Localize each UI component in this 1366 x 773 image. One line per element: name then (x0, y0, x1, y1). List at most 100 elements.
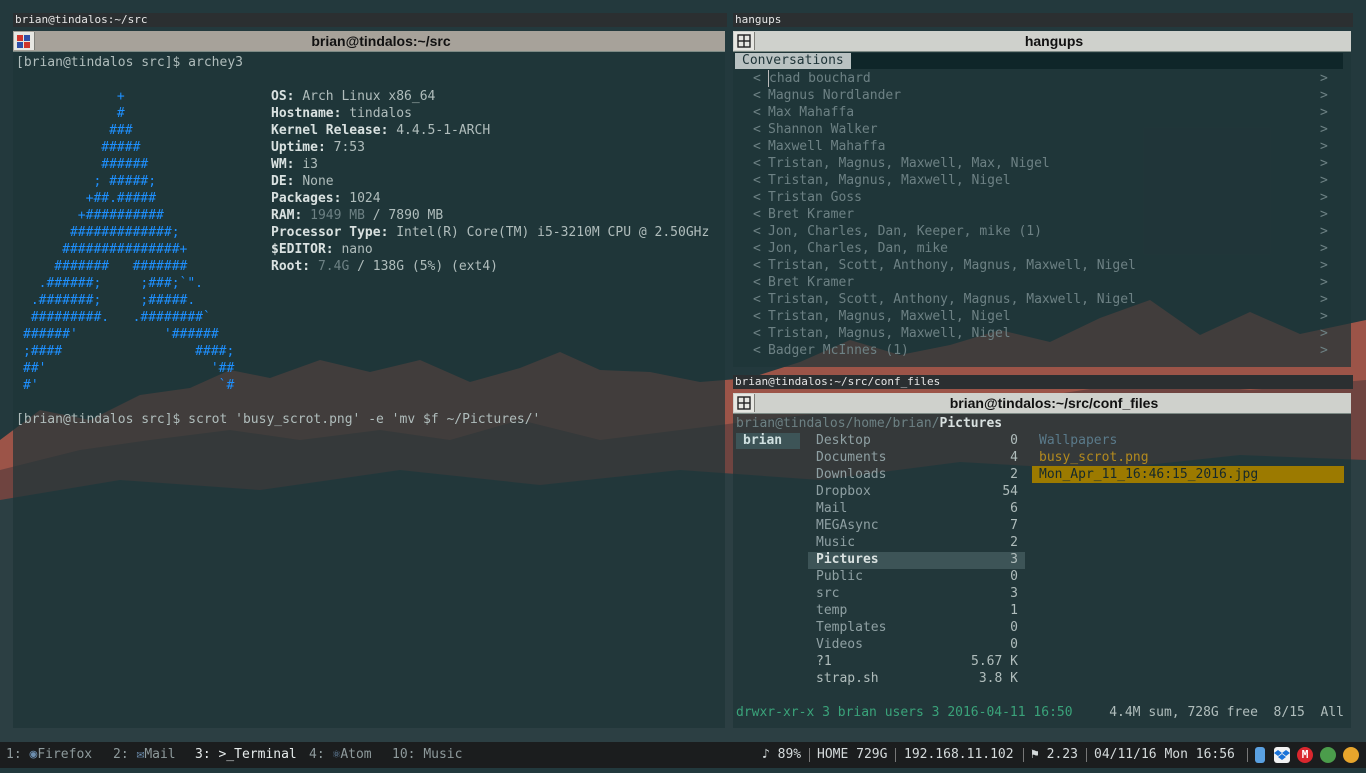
arch-logo-line: .#######; ;#####. (23, 293, 196, 308)
directory-entry[interactable]: Music (816, 534, 855, 551)
hangups-window[interactable]: hangups Conversations < chad bouchard > < Ma… (733, 31, 1351, 367)
directory-entry[interactable]: temp (816, 602, 847, 619)
workspace-label: Mail (144, 747, 176, 762)
directory-count: 0 (1010, 637, 1018, 652)
directory-entry[interactable]: Mail (816, 500, 847, 517)
network-icon[interactable] (1320, 747, 1336, 763)
preview-entry[interactable]: Wallpapers (1032, 432, 1117, 449)
shell-prompt-command: [brian@tindalos src]$ scrot 'busy_scrot.… (16, 412, 541, 427)
chevron-right-icon: > (1320, 156, 1328, 171)
i3-window-title-ranger[interactable]: brian@tindalos:~/src/conf_files (733, 375, 1353, 389)
firefox-icon: ◉ (21, 747, 38, 762)
conversation-item[interactable]: < Tristan, Magnus, Maxwell, Nigel > (733, 172, 1333, 189)
chevron-right-icon: > (1320, 122, 1328, 137)
conversation-item[interactable]: < Bret Kramer > (733, 274, 1333, 291)
directory-entry[interactable]: MEGAsync (816, 517, 879, 534)
workspace-button[interactable]: 1: ◉Firefox (6, 742, 92, 768)
conversation-item[interactable]: < Shannon Walker > (733, 121, 1333, 138)
chevron-left-icon: < (753, 139, 761, 154)
ranger-titlebar[interactable]: brian@tindalos:~/src/conf_files (733, 393, 1351, 414)
conversation-item[interactable]: < Tristan, Magnus, Maxwell, Max, Nigel > (733, 155, 1333, 172)
directory-count: 4 (1010, 450, 1018, 465)
conversation-item[interactable]: < Tristan, Scott, Anthony, Magnus, Maxwel… (733, 291, 1333, 308)
dropbox-icon[interactable] (1274, 747, 1290, 763)
directory-count: 0 (1010, 620, 1018, 635)
directory-entry[interactable]: Templates (816, 619, 886, 636)
mega-icon[interactable]: M (1297, 747, 1313, 763)
sysinfo-value-used: 1949 MB (310, 208, 365, 223)
hangups-titlebar[interactable]: hangups (733, 31, 1351, 52)
sysinfo-key: $EDITOR: (271, 242, 334, 257)
directory-entry[interactable]: Documents (816, 449, 886, 466)
conversation-name: Tristan, Magnus, Maxwell, Nigel (768, 173, 1011, 188)
directory-count: 54 (1002, 484, 1018, 499)
battery-icon[interactable] (1255, 747, 1265, 763)
conversation-item[interactable]: < Tristan, Scott, Anthony, Magnus, Maxwel… (733, 257, 1333, 274)
path-current: Pictures (939, 416, 1003, 431)
parent-dir-brian[interactable]: brian (743, 432, 782, 449)
terminal-titlebar[interactable]: brian@tindalos:~/src (13, 31, 725, 52)
terminal-window-icon[interactable] (734, 32, 755, 50)
directory-entry[interactable]: Public (816, 568, 863, 585)
preview-entry[interactable]: busy_scrot.png (1032, 449, 1149, 466)
directory-entry[interactable]: Pictures (816, 551, 879, 568)
chevron-right-icon: > (1320, 309, 1328, 324)
conversation-item[interactable]: < Magnus Nordlander > (733, 87, 1333, 104)
atom-icon: ⚛ (324, 747, 341, 762)
terminal-window-icon[interactable] (734, 394, 755, 412)
directory-entry[interactable]: Videos (816, 636, 863, 653)
sysinfo-value: 7:53 (333, 140, 365, 155)
conversation-item[interactable]: < Max Mahaffa > (733, 104, 1333, 121)
volume-status[interactable]: ♪ 89% (762, 742, 801, 768)
arch-logo-line: ### (23, 123, 133, 138)
arch-logo-line: #' `# (23, 378, 235, 393)
conversation-name: Bret Kramer (768, 207, 855, 222)
directory-entry[interactable]: Desktop (816, 432, 871, 449)
conversation-item[interactable]: < Maxwell Mahaffa > (733, 138, 1333, 155)
directory-count: 0 (1010, 569, 1018, 584)
directory-entry[interactable]: ?1 (816, 653, 832, 670)
headphones-icon[interactable] (1343, 747, 1359, 763)
conversation-item[interactable]: < Tristan Goss > (733, 189, 1333, 206)
chevron-right-icon: > (1320, 241, 1328, 256)
directory-count: 2 (1010, 535, 1018, 550)
chevron-left-icon: < (753, 156, 761, 171)
i3-window-title-hangups[interactable]: hangups (733, 13, 1353, 27)
arch-logo-line: ###############+ (23, 242, 188, 257)
chevron-left-icon: < (753, 309, 761, 324)
i3-window-title-left[interactable]: brian@tindalos:~/src (13, 13, 727, 27)
chevron-right-icon: > (1320, 343, 1328, 358)
sysinfo-value-used: 7.4G (317, 259, 350, 274)
chevron-left-icon: < (753, 224, 761, 239)
conversation-item[interactable]: < Jon, Charles, Dan, mike > (733, 240, 1333, 257)
conversation-item[interactable]: < Badger McInnes (1) > (733, 342, 1333, 359)
directory-entry[interactable]: strap.sh (816, 670, 879, 687)
mail-icon: ✉ (128, 747, 145, 762)
ranger-title: brian@tindalos:~/src/conf_files (949, 395, 1159, 411)
workspace-button[interactable]: 3: >_Terminal (195, 742, 297, 768)
terminal-window-archey[interactable]: brian@tindalos:~/src [brian@tindalos src… (13, 31, 725, 728)
shell-prompt: [brian@tindalos src]$ archey3 (16, 55, 243, 70)
directory-entry[interactable]: Downloads (816, 466, 886, 483)
conversation-item[interactable]: < Tristan, Magnus, Maxwell, Nigel > (733, 325, 1333, 342)
conversation-item[interactable]: < chad bouchard > (733, 70, 1333, 87)
chevron-right-icon: > (1320, 173, 1328, 188)
sysinfo-key: Processor Type: (271, 225, 389, 240)
ranger-window[interactable]: brian@tindalos:~/src/conf_files brian@ti… (733, 393, 1351, 728)
chevron-left-icon: < (753, 326, 761, 341)
workspace-label: Atom (340, 747, 372, 762)
preview-entry[interactable]: Mon_Apr_11_16:46:15_2016.jpg (1032, 466, 1344, 483)
conversation-item[interactable]: < Jon, Charles, Dan, Keeper, mike (1) > (733, 223, 1333, 240)
workspace-button[interactable]: 4: ⚛Atom (309, 742, 372, 768)
workspace-button[interactable]: 2: ✉Mail (113, 742, 176, 768)
terminal-window-icon[interactable] (14, 32, 35, 50)
tab-conversations[interactable]: Conversations (735, 53, 851, 69)
directory-entry[interactable]: Dropbox (816, 483, 871, 500)
workspace-button[interactable]: 10: Music (392, 742, 462, 768)
chevron-left-icon: < (753, 292, 761, 307)
conversation-item[interactable]: < Tristan, Magnus, Maxwell, Nigel > (733, 308, 1333, 325)
directory-count: 5.67 K (971, 654, 1018, 669)
directory-entry[interactable]: src (816, 585, 839, 602)
sysinfo-row: WM: i3 (271, 156, 318, 173)
conversation-item[interactable]: < Bret Kramer > (733, 206, 1333, 223)
